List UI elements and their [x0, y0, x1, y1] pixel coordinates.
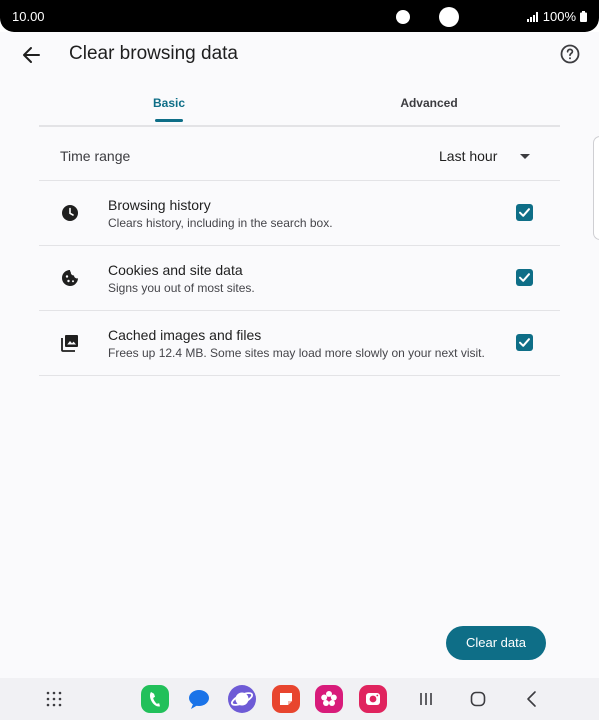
- status-bar: 10.00 100%: [0, 0, 599, 32]
- image-icon: [61, 335, 78, 352]
- apps-grid-icon: [46, 691, 62, 707]
- time-range-row: Time range Last hour: [39, 125, 560, 181]
- time-range-label: Time range: [60, 148, 131, 164]
- clear-data-button[interactable]: Clear data: [446, 626, 546, 660]
- battery-icon: [580, 11, 587, 22]
- chevron-left-icon: [527, 691, 536, 707]
- top-app-bar: Clear browsing data: [0, 32, 599, 76]
- home-icon: [470, 691, 486, 707]
- recents-button[interactable]: [414, 687, 438, 711]
- app-screen: Clear browsing data Basic Advanced Time …: [0, 32, 599, 678]
- check-icon: [519, 273, 530, 282]
- message-bubble-icon: [189, 690, 209, 709]
- signal-icon: [526, 11, 538, 22]
- planet-icon: [230, 692, 254, 706]
- checkbox-cookies[interactable]: [516, 269, 533, 286]
- recents-icon: [420, 693, 432, 705]
- status-icons: 100%: [526, 9, 587, 24]
- clock-icon: [62, 205, 78, 221]
- phone-app-icon[interactable]: [141, 685, 169, 713]
- camera-icon: [366, 693, 380, 705]
- apps-grid-button[interactable]: [42, 687, 66, 711]
- flower-icon: [321, 691, 337, 706]
- help-button[interactable]: [559, 43, 581, 65]
- time-range-select[interactable]: Last hour: [439, 140, 539, 170]
- note-icon: [280, 693, 292, 705]
- edge-panel-handle[interactable]: [593, 136, 599, 240]
- battery-percent: 100%: [542, 9, 576, 24]
- option-title: Cached images and files: [108, 327, 262, 343]
- gallery-app-icon[interactable]: [315, 685, 343, 713]
- checkbox-browsing-history[interactable]: [516, 204, 533, 221]
- status-time: 10.00: [12, 9, 45, 24]
- checkbox-cached-images[interactable]: [516, 334, 533, 351]
- navigation-bar: [0, 678, 599, 720]
- option-subtitle: Clears history, including in the search …: [108, 216, 333, 230]
- internet-app-icon[interactable]: [228, 685, 256, 713]
- cookie-icon: [62, 270, 78, 286]
- option-subtitle: Frees up 12.4 MB. Some sites may load mo…: [108, 346, 485, 360]
- tab-advanced[interactable]: Advanced: [379, 90, 479, 125]
- time-range-value: Last hour: [439, 148, 498, 164]
- check-icon: [519, 338, 530, 347]
- dropdown-arrow-icon: [520, 154, 530, 159]
- messages-app-icon[interactable]: [185, 685, 213, 713]
- option-title: Cookies and site data: [108, 262, 243, 278]
- arrow-back-icon: [23, 47, 40, 63]
- camera-dot-left: [396, 10, 410, 24]
- phone-icon: [149, 692, 160, 707]
- camera-dot-right: [439, 7, 459, 27]
- tab-bar: Basic Advanced: [39, 90, 560, 127]
- option-browsing-history[interactable]: Browsing history Clears history, includi…: [39, 181, 560, 246]
- tab-indicator: [155, 119, 183, 122]
- page-title: Clear browsing data: [69, 43, 238, 64]
- check-icon: [519, 208, 530, 217]
- notes-app-icon[interactable]: [272, 685, 300, 713]
- back-button[interactable]: [18, 42, 46, 68]
- option-title: Browsing history: [108, 197, 211, 213]
- home-button[interactable]: [466, 687, 490, 711]
- help-icon: [560, 44, 580, 64]
- nav-back-button[interactable]: [520, 687, 544, 711]
- option-cookies[interactable]: Cookies and site data Signs you out of m…: [39, 246, 560, 311]
- option-subtitle: Signs you out of most sites.: [108, 281, 255, 295]
- camera-app-icon[interactable]: [359, 685, 387, 713]
- option-cached-images[interactable]: Cached images and files Frees up 12.4 MB…: [39, 311, 560, 376]
